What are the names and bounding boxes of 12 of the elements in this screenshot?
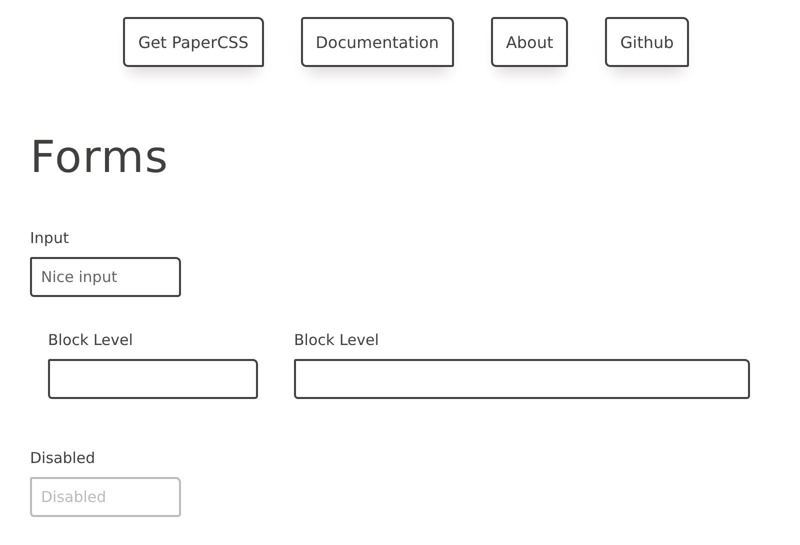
field-label: Block Level (48, 331, 134, 349)
nav-button[interactable]: Get PaperCSS (123, 17, 264, 67)
input-field[interactable] (294, 359, 750, 399)
field-label: Disabled (30, 449, 96, 467)
page-heading: Forms (30, 131, 170, 185)
input-field[interactable] (48, 359, 258, 399)
nav-button[interactable]: Documentation (300, 17, 454, 67)
field-label: Input (30, 229, 70, 247)
input-field[interactable]: Nice input (30, 257, 181, 297)
nav-button[interactable]: About (490, 17, 568, 67)
field-label: Block Level (294, 331, 380, 349)
nav-button[interactable]: Github (605, 17, 689, 67)
